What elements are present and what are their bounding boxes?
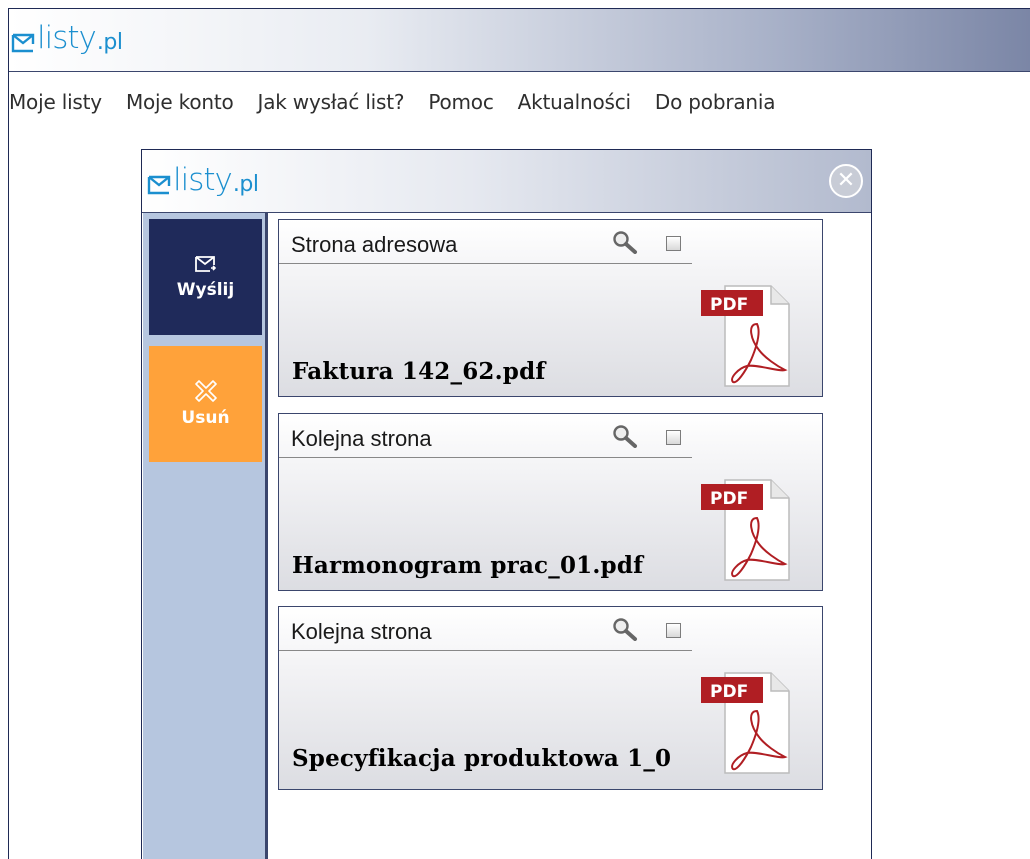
file-name: Specyfikacja produktowa 1_0	[292, 745, 672, 772]
close-button[interactable]: ✕	[829, 164, 863, 198]
send-envelope-icon	[194, 256, 216, 272]
pdf-file-icon: PDF	[701, 672, 790, 774]
magnifier-icon[interactable]	[612, 230, 638, 254]
letter-dialog: listy .pl ✕ Wyślij Usuń Strona adresowa	[141, 149, 872, 859]
delete-button[interactable]: Usuń	[149, 346, 262, 462]
select-checkbox[interactable]	[666, 430, 681, 445]
nav-item-moje-listy[interactable]: Moje listy	[9, 90, 102, 114]
svg-text:PDF: PDF	[710, 295, 748, 315]
file-name: Harmonogram prac_01.pdf	[292, 552, 644, 579]
select-checkbox[interactable]	[666, 623, 681, 638]
logo-text: listy	[37, 20, 97, 56]
document-card[interactable]: Strona adresowa PDF Faktura 142_62.pdf	[278, 219, 823, 397]
dialog-header: listy .pl ✕	[142, 150, 871, 213]
magnifier-icon[interactable]	[612, 424, 638, 448]
delete-x-icon	[194, 380, 217, 402]
title-divider	[279, 457, 692, 458]
page-type-label: Kolejna strona	[291, 619, 432, 644]
pdf-file-icon: PDF	[701, 285, 790, 387]
document-card[interactable]: Kolejna strona PDF Specyfikacja produkto…	[278, 606, 823, 790]
nav-item-pomoc[interactable]: Pomoc	[428, 90, 494, 114]
svg-text:PDF: PDF	[710, 682, 748, 702]
envelope-logo-icon	[11, 33, 35, 53]
pdf-file-icon: PDF	[701, 479, 790, 581]
nav-item-moje-konto[interactable]: Moje konto	[126, 90, 234, 114]
svg-text:PDF: PDF	[710, 489, 748, 509]
send-button[interactable]: Wyślij	[149, 219, 262, 335]
title-divider	[279, 263, 692, 264]
logo-domain: .pl	[96, 30, 123, 55]
magnifier-icon[interactable]	[612, 617, 638, 641]
nav-item-do-pobrania[interactable]: Do pobrania	[655, 90, 776, 114]
dialog-logo-text: listy	[173, 162, 233, 198]
select-checkbox[interactable]	[666, 236, 681, 251]
send-label: Wyślij	[176, 280, 235, 300]
page-type-label: Strona adresowa	[291, 232, 458, 257]
title-divider	[279, 650, 692, 651]
main-nav: Moje listy Moje konto Jak wysłać list? P…	[9, 90, 799, 114]
document-card[interactable]: Kolejna strona PDF Harmonogram prac_01.p…	[278, 413, 823, 591]
close-circle-icon: ✕	[836, 168, 856, 193]
nav-item-jak-wyslac-list[interactable]: Jak wysłać list?	[258, 90, 405, 114]
logo[interactable]: listy .pl	[11, 20, 123, 56]
action-sidebar: Wyślij Usuń	[143, 213, 268, 859]
nav-item-aktualnosci[interactable]: Aktualności	[518, 90, 631, 114]
file-name: Faktura 142_62.pdf	[292, 358, 546, 385]
top-header: listy .pl	[9, 9, 1030, 72]
delete-label: Usuń	[181, 408, 230, 428]
page-type-label: Kolejna strona	[291, 426, 432, 451]
dialog-logo: listy .pl	[147, 162, 259, 198]
dialog-logo-domain: .pl	[232, 172, 259, 197]
envelope-logo-icon	[147, 175, 171, 195]
